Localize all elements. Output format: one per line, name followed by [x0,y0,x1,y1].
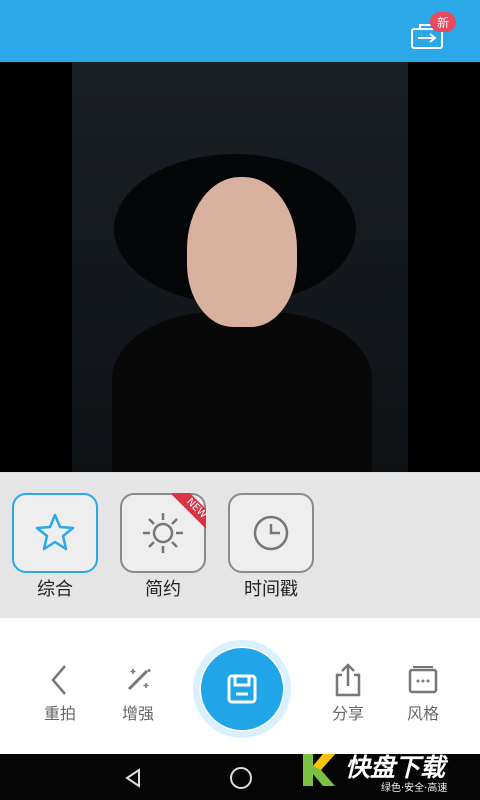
enhance-button[interactable]: 增强 [108,660,168,724]
style-panel: 综合 NEW 简约 时间戳 [0,472,480,619]
share-icon [335,663,361,697]
clock-icon [253,515,289,551]
style-card-comprehensive[interactable] [12,493,98,573]
style-label: 风格 [406,704,439,723]
back-triangle-icon[interactable] [121,766,145,790]
back-chevron-icon [51,665,66,695]
top-bar: 新 [0,0,480,62]
watermark-logo: 快盘下载 绿色·安全·高速 [297,746,472,794]
portrait-face [187,177,297,327]
retake-button[interactable]: 重拍 [30,660,90,724]
magic-wand-icon [127,669,151,691]
style-card-timestamp[interactable] [228,493,314,573]
style-card-simple[interactable]: NEW [120,493,206,573]
share-button[interactable]: 分享 [318,660,378,724]
photo-preview[interactable] [0,62,480,482]
home-circle-icon[interactable] [228,765,254,791]
save-button[interactable] [199,646,285,732]
photo-frame [72,62,408,482]
star-icon [35,513,75,551]
bottom-toolbar: 重拍 增强 分享 风格 [0,618,480,754]
enhance-label: 增强 [121,704,154,723]
save-icon [227,674,257,704]
watermark-k-logo [303,754,335,786]
style-label-comprehensive: 综合 [37,579,73,600]
style-label-simple: 简约 [145,579,181,600]
new-badge: 新 [430,12,456,32]
share-label: 分享 [331,704,364,723]
style-button[interactable]: 风格 [393,660,453,724]
style-box-icon [408,666,438,694]
style-label-timestamp: 时间戳 [244,579,298,600]
portrait-dress [112,312,372,482]
new-tag: NEW [166,493,206,533]
watermark-subtitle: 绿色·安全·高速 [381,783,448,794]
retake-label: 重拍 [43,704,76,723]
